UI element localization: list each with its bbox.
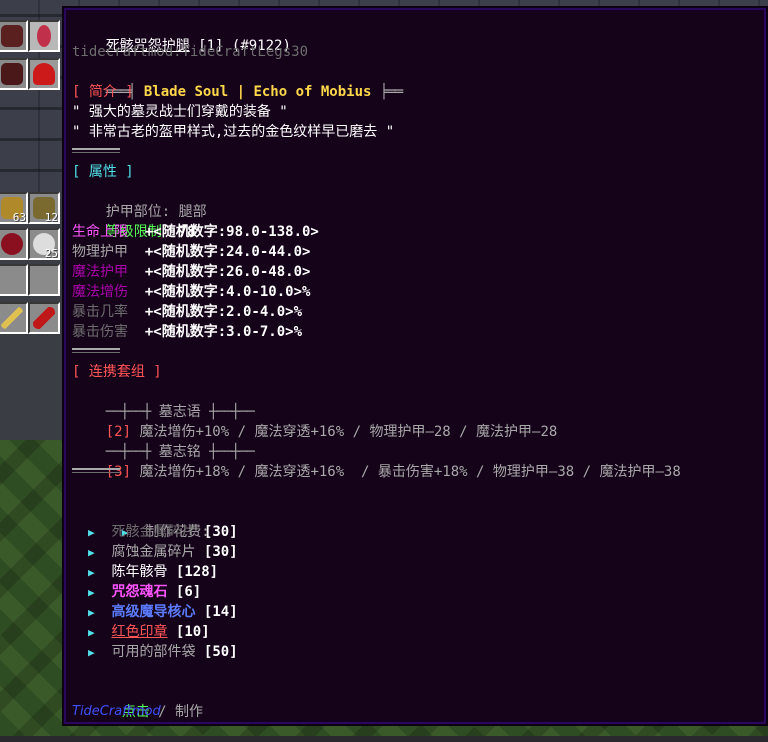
- stat-row: 暴击几率 +<随机数字:2.0-4.0>%: [72, 302, 302, 322]
- stat-row: 魔法增伤 +<随机数字:4.0-10.0>%: [72, 282, 310, 302]
- material-row: ▶ 红色印章 [10]: [88, 622, 210, 643]
- attributes-header: [ 属性 ]: [72, 164, 134, 180]
- red-sword-item-icon: [33, 307, 55, 329]
- red-gem-item-icon: [37, 25, 51, 47]
- material-quantity: [6]: [175, 584, 202, 600]
- stat-label: 魔法增伤: [72, 284, 128, 300]
- material-quantity: [14]: [203, 604, 238, 620]
- mod-name: TideCraftmod: [72, 704, 161, 719]
- inventory-slot[interactable]: [0, 264, 28, 296]
- material-name: 咒怨魂石: [111, 584, 168, 600]
- bullet-arrow-icon: ▶: [88, 646, 95, 659]
- stat-value: +<随机数字:24.0-44.0>: [144, 244, 311, 260]
- set-bonus-header: [ 连携套组 ]: [72, 364, 162, 380]
- stat-label: 暴击伤害: [72, 324, 128, 340]
- stat-value: +<随机数字:26.0-48.0>: [144, 264, 311, 280]
- stat-value: +<随机数字:98.0-138.0>: [144, 224, 319, 240]
- intro-header: [ 简介 ]: [72, 84, 134, 100]
- material-quantity: [50]: [203, 644, 238, 660]
- stat-value: +<随机数字:2.0-4.0>%: [144, 304, 303, 320]
- set-title: Blade Soul | Echo of Mobius: [143, 84, 372, 100]
- stat-label: 生命上限: [72, 224, 128, 240]
- material-name: 腐蚀金属碎片: [111, 544, 196, 560]
- bullet-arrow-icon: ▶: [88, 586, 95, 599]
- inventory-slot[interactable]: 25: [28, 228, 60, 260]
- inventory-slot[interactable]: 12: [28, 192, 60, 224]
- bullet-arrow-icon: ▶: [88, 526, 95, 539]
- material-name: 可用的部件袋: [111, 644, 196, 660]
- material-row: ▶ 死骸金属碎片 [30]: [88, 522, 238, 543]
- material-quantity: [128]: [175, 564, 219, 580]
- stat-label: 魔法护甲: [72, 264, 128, 280]
- inventory-slot[interactable]: 63: [0, 192, 28, 224]
- stat-value: +<随机数字:4.0-10.0>%: [144, 284, 311, 300]
- material-name: 红色印章: [111, 624, 168, 640]
- stat-value: +<随机数字:3.0-7.0>%: [144, 324, 303, 340]
- inventory-slot[interactable]: [0, 58, 28, 90]
- item-registry-name: tidecraftmod:TideCraftLegs30: [72, 44, 309, 60]
- set-bonus-2-row: [3] 魔法增伤+18% / 魔法穿透+16% / 暴击伤害+18% / 物理护…: [72, 442, 681, 502]
- lore-line: " 非常古老的盔甲样式,过去的金色纹样早已磨去 ": [72, 124, 395, 140]
- inventory-slot[interactable]: [28, 264, 60, 296]
- material-row: ▶ 陈年骸骨 [128]: [88, 562, 218, 583]
- divider: [72, 348, 120, 353]
- item-tooltip: 死骸咒怨护腿 [1] (#9122) tidecraftmod:TideCraf…: [64, 8, 766, 724]
- bullet-arrow-icon: ▶: [88, 566, 95, 579]
- title-deco-right: ╞══: [379, 84, 403, 100]
- item-count: 63: [12, 211, 26, 224]
- material-name: 高级魔导核心: [111, 604, 196, 620]
- material-quantity: [30]: [203, 544, 238, 560]
- stat-row: 生命上限 +<随机数字:98.0-138.0>: [72, 222, 319, 242]
- red-orb-item-icon: [1, 233, 23, 255]
- bramble-item-icon: [1, 25, 23, 47]
- bullet-arrow-icon: ▶: [88, 546, 95, 559]
- material-name: 死骸金属碎片: [111, 524, 196, 540]
- inventory-slot[interactable]: [28, 302, 60, 334]
- material-row: ▶ 高级魔导核心 [14]: [88, 602, 238, 623]
- inventory-slot[interactable]: [0, 20, 28, 52]
- inventory-slot[interactable]: [0, 302, 28, 334]
- bramble-item-icon: [1, 63, 23, 85]
- set-bonus-2-text: 魔法增伤+18% / 魔法穿透+16% / 暴击伤害+18% / 物理护甲—38…: [139, 464, 681, 480]
- inventory-slot[interactable]: [28, 20, 60, 52]
- inventory-slot[interactable]: [0, 228, 28, 260]
- material-quantity: [10]: [175, 624, 210, 640]
- bullet-arrow-icon: ▶: [88, 606, 95, 619]
- bullet-arrow-icon: ▶: [88, 626, 95, 639]
- material-row: ▶ 咒怨魂石 [6]: [88, 582, 201, 603]
- craft-action[interactable]: 制作: [175, 704, 203, 720]
- divider: [72, 468, 120, 473]
- stat-row: 暴击伤害 +<随机数字:3.0-7.0>%: [72, 322, 302, 342]
- gold-sword-item-icon: [1, 307, 23, 329]
- stat-label: 物理护甲: [72, 244, 128, 260]
- stat-row: 物理护甲 +<随机数字:24.0-44.0>: [72, 242, 310, 262]
- inventory-slot[interactable]: [28, 58, 60, 90]
- material-name: 陈年骸骨: [111, 564, 168, 580]
- divider: [72, 148, 120, 153]
- inventory-grid: 63 12 25: [0, 20, 66, 350]
- material-quantity: [30]: [203, 524, 238, 540]
- lore-line: " 强大的墓灵战士们穿戴的装备 ": [72, 104, 288, 120]
- material-row: ▶ 可用的部件袋 [50]: [88, 642, 238, 663]
- item-count: 12: [44, 211, 58, 224]
- item-count: 25: [44, 247, 58, 260]
- flame-item-icon: [33, 63, 55, 85]
- stat-label: 暴击几率: [72, 304, 128, 320]
- stat-row: 魔法护甲 +<随机数字:26.0-48.0>: [72, 262, 310, 282]
- material-row: ▶ 腐蚀金属碎片 [30]: [88, 542, 238, 563]
